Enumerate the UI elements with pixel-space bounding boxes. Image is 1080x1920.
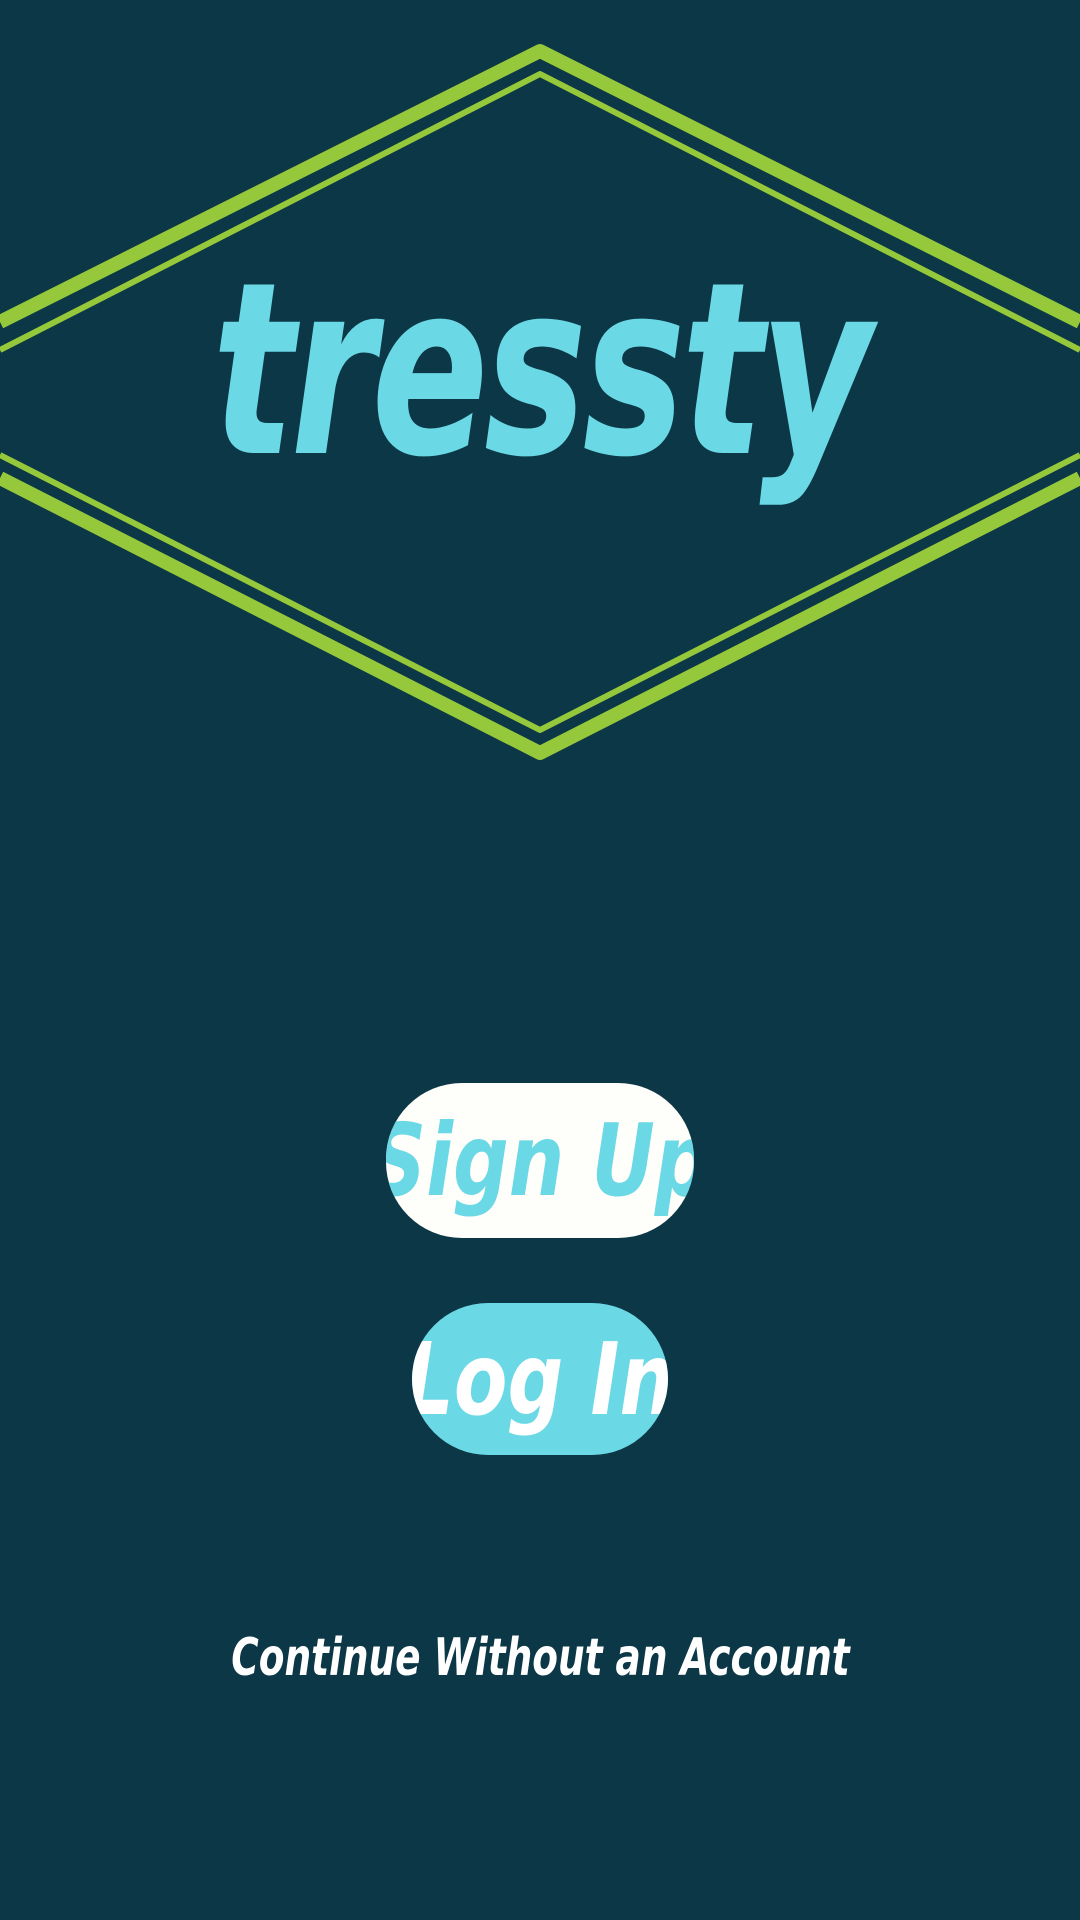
brand-logo: tressty — [212, 230, 872, 510]
continue-without-account-link[interactable]: Continue Without an Account — [0, 1628, 1080, 1688]
log-in-label: Log In — [412, 1320, 668, 1438]
welcome-screen: tressty Sign Up Log In Continue Without … — [0, 0, 1080, 1920]
continue-label: Continue Without an Account — [230, 1628, 850, 1688]
frame-outer-bottom — [0, 471, 1080, 760]
sign-up-label: Sign Up — [386, 1102, 694, 1219]
sign-up-button[interactable]: Sign Up — [386, 1083, 694, 1238]
log-in-button[interactable]: Log In — [412, 1303, 668, 1455]
